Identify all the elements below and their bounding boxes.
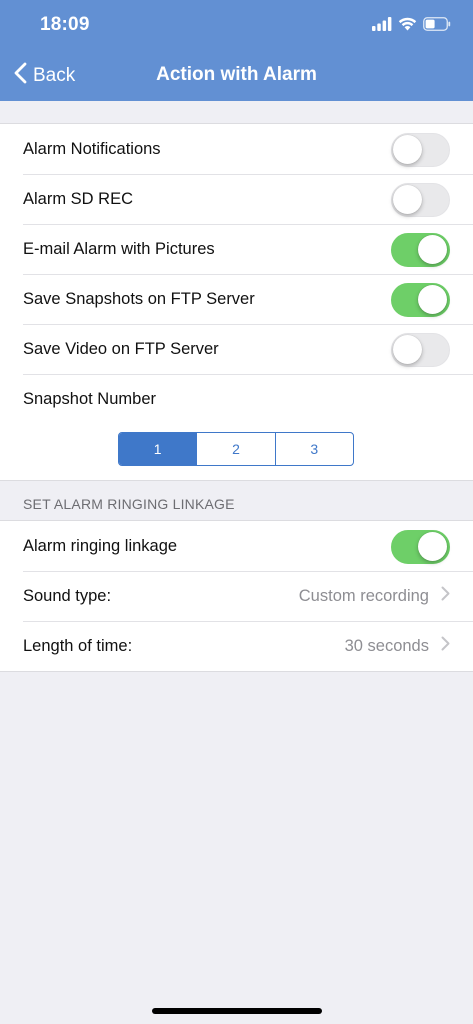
save-snapshots-ftp-label: Save Snapshots on FTP Server — [23, 289, 255, 308]
status-time: 18:09 — [40, 14, 90, 35]
ringing-linkage-group: Alarm ringing linkage Sound type: Custom… — [0, 520, 473, 672]
chevron-right-icon — [441, 636, 450, 656]
toggle-knob — [418, 285, 447, 314]
wifi-icon — [398, 17, 417, 36]
length-of-time-label: Length of time: — [23, 636, 133, 655]
alarm-sd-rec-label: Alarm SD REC — [23, 189, 134, 208]
chevron-right-icon — [441, 586, 450, 606]
alarm-sd-rec-row: Alarm SD REC — [0, 174, 473, 224]
alarm-notifications-row: Alarm Notifications — [0, 124, 473, 174]
alarm-ringing-linkage-label: Alarm ringing linkage — [23, 536, 178, 555]
alarm-notifications-toggle[interactable] — [391, 133, 450, 167]
save-video-ftp-label: Save Video on FTP Server — [23, 339, 219, 358]
toggle-knob — [393, 135, 422, 164]
toggle-knob — [418, 532, 447, 561]
toggle-knob — [393, 185, 422, 214]
sound-type-row[interactable]: Sound type: Custom recording — [0, 571, 473, 621]
save-snapshots-ftp-toggle[interactable] — [391, 283, 450, 317]
length-of-time-row[interactable]: Length of time: 30 seconds — [0, 621, 473, 671]
toggle-knob — [393, 335, 422, 364]
sound-type-value: Custom recording — [298, 586, 429, 605]
snapshot-option-3[interactable]: 3 — [274, 433, 353, 465]
navigation-header: 18:09 Back Action with Alarm — [0, 0, 473, 101]
snapshot-option-1[interactable]: 1 — [119, 433, 197, 465]
email-alarm-toggle[interactable] — [391, 233, 450, 267]
alarm-ringing-linkage-toggle[interactable] — [391, 530, 450, 564]
snapshot-number-label: Snapshot Number — [23, 389, 156, 408]
length-of-time-detail[interactable]: 30 seconds — [345, 621, 450, 671]
toggle-knob — [418, 235, 447, 264]
email-alarm-label: E-mail Alarm with Pictures — [23, 239, 215, 258]
save-video-ftp-toggle[interactable] — [391, 333, 450, 367]
snapshot-option-2[interactable]: 2 — [196, 433, 274, 465]
home-indicator[interactable] — [152, 1008, 322, 1014]
page-title: Action with Alarm — [156, 64, 317, 85]
battery-icon — [423, 16, 451, 36]
status-icons — [372, 16, 451, 36]
sound-type-label: Sound type: — [23, 586, 112, 605]
snapshot-number-row: Snapshot Number — [0, 374, 473, 424]
alarm-sd-rec-toggle[interactable] — [391, 183, 450, 217]
ringing-section-header: SET ALARM RINGING LINKAGE — [23, 496, 235, 512]
alarm-notifications-label: Alarm Notifications — [23, 139, 161, 158]
email-alarm-row: E-mail Alarm with Pictures — [0, 224, 473, 274]
save-snapshots-ftp-row: Save Snapshots on FTP Server — [0, 274, 473, 324]
snapshot-number-selector: 1 2 3 — [118, 432, 354, 466]
alarm-actions-group: Alarm Notifications Alarm SD REC E-mail … — [0, 123, 473, 481]
save-video-ftp-row: Save Video on FTP Server — [0, 324, 473, 374]
alarm-ringing-linkage-row: Alarm ringing linkage — [0, 521, 473, 571]
signal-icon — [372, 16, 392, 36]
sound-type-detail[interactable]: Custom recording — [299, 571, 450, 621]
length-of-time-value: 30 seconds — [344, 636, 429, 655]
snapshot-number-selector-wrap: 1 2 3 — [0, 424, 473, 480]
